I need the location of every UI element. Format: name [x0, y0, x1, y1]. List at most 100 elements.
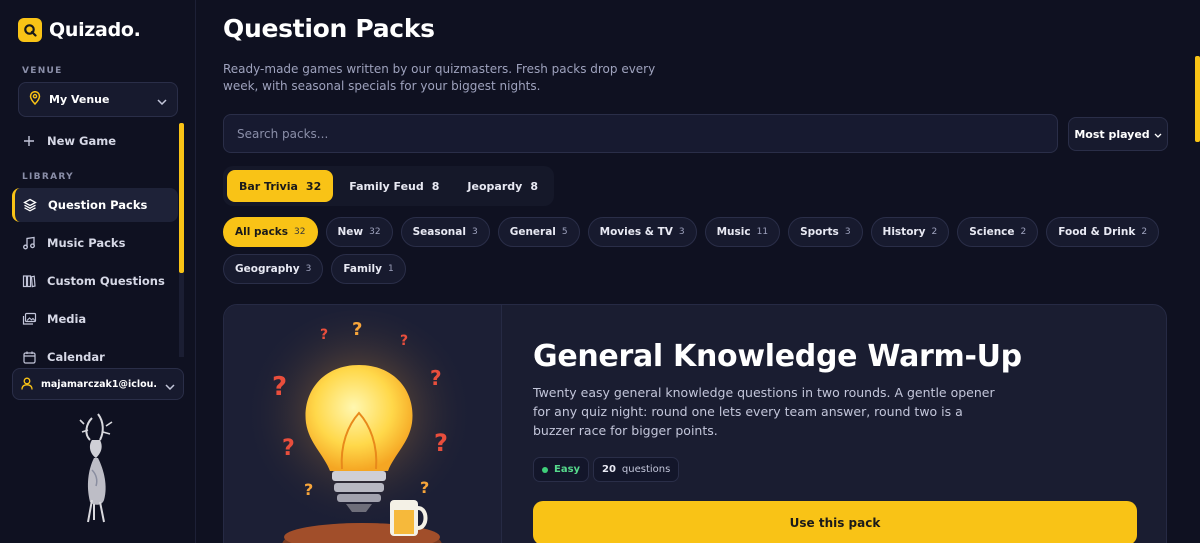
chip-all-packs[interactable]: All packs 32 [223, 217, 318, 247]
featured-pack-title: General Knowledge Warm-Up [533, 339, 1022, 374]
question-count-badge: 20 questions [593, 457, 680, 482]
book-icon [21, 273, 37, 289]
account-email: majamarczak1@iclou... [41, 378, 157, 390]
chip-seasonal[interactable]: Seasonal 3 [400, 217, 490, 247]
chip-count: 5 [561, 227, 568, 237]
sidebar-item-media[interactable]: Media [12, 302, 178, 336]
chip-movies-tv[interactable]: Movies & TV 3 [587, 217, 697, 247]
svg-text:?: ? [420, 478, 429, 497]
tab-count: 8 [530, 179, 538, 193]
tab-bar-trivia[interactable]: Bar Trivia 32 [227, 170, 334, 202]
new-game-button[interactable]: New Game [12, 124, 178, 158]
difficulty-badge: Easy [533, 457, 590, 482]
library-section-label: LIBRARY [22, 172, 74, 182]
svg-text:?: ? [320, 327, 328, 343]
page-subtitle: Ready-made games written by our quizmast… [223, 62, 656, 93]
deer-mascot-illustration [70, 410, 130, 529]
chip-count: 3 [844, 227, 851, 237]
sidebar-scrollbar-thumb[interactable] [179, 123, 184, 273]
difficulty-label: Easy [554, 464, 581, 475]
main-scrollbar-thumb[interactable] [1195, 56, 1200, 142]
sort-dropdown[interactable]: Most played [1068, 117, 1168, 151]
status-dot-icon [542, 466, 548, 473]
sidebar-item-question-packs[interactable]: Question Packs [12, 188, 178, 222]
app-name: Quizado. [49, 19, 141, 41]
chip-family[interactable]: Family 1 [331, 254, 406, 284]
svg-text:?: ? [430, 366, 442, 390]
music-note-icon [21, 235, 37, 251]
chip-label: Geography [235, 263, 300, 275]
chip-label: Science [969, 226, 1015, 238]
category-filter-chips: All packs 32 New 32 Seasonal 3 General 5 Mov… [223, 217, 1168, 284]
chip-count: 1 [387, 264, 394, 274]
chip-music[interactable]: Music 11 [704, 217, 781, 247]
search-input[interactable] [223, 114, 1058, 153]
question-count: 20 [602, 464, 616, 475]
chevron-down-icon [1154, 128, 1162, 141]
sidebar-scrollbar-track[interactable] [179, 273, 184, 357]
sidebar-clip: Calendar [0, 344, 196, 364]
chip-count: 3 [471, 227, 478, 237]
chip-new[interactable]: New 32 [325, 217, 393, 247]
chip-label: Seasonal [412, 226, 466, 238]
sidebar-item-label: Music Packs [47, 236, 126, 250]
logo-mark-icon [18, 18, 42, 42]
sidebar-item-music-packs[interactable]: Music Packs [12, 226, 178, 260]
chip-general[interactable]: General 5 [497, 217, 580, 247]
chip-geography[interactable]: Geography 3 [223, 254, 324, 284]
tab-label: Jeopardy [467, 179, 523, 193]
lightbulb-illustration: ? ? ? ? ? ? ? ? ? [224, 305, 502, 543]
chip-label: Music [716, 226, 751, 238]
chevron-down-icon [157, 90, 167, 109]
chip-label: Sports [800, 226, 839, 238]
tab-jeopardy[interactable]: Jeopardy 8 [455, 170, 550, 202]
sidebar: Quizado. VENUE My Venue New Game LIBRARY… [0, 0, 196, 543]
new-game-label: New Game [47, 134, 117, 148]
use-this-pack-button[interactable]: Use this pack [533, 501, 1137, 543]
svg-text:?: ? [434, 429, 448, 457]
chip-science[interactable]: Science 2 [957, 217, 1039, 247]
tab-count: 32 [305, 179, 322, 193]
sidebar-item-label: Calendar [47, 350, 105, 364]
calendar-icon [21, 349, 37, 364]
sidebar-item-custom-questions[interactable]: Custom Questions [12, 264, 178, 298]
chip-count: 32 [294, 227, 306, 237]
app-logo[interactable]: Quizado. [18, 18, 141, 42]
main-content: Question Packs Ready-made games written … [196, 0, 1200, 543]
page-title: Question Packs [223, 14, 435, 43]
sidebar-item-label: Media [47, 312, 87, 326]
location-pin-icon [29, 90, 41, 109]
svg-text:?: ? [304, 480, 313, 499]
tab-label: Family Feud [349, 179, 424, 193]
chip-sports[interactable]: Sports 3 [788, 217, 863, 247]
chip-label: General [509, 226, 556, 238]
venue-select[interactable]: My Venue [18, 82, 178, 117]
plus-icon [21, 133, 37, 149]
sidebar-item-calendar[interactable]: Calendar [12, 344, 178, 364]
stack-icon [22, 197, 38, 213]
account-menu[interactable]: majamarczak1@iclou... [12, 368, 184, 400]
venue-select-value: My Venue [49, 93, 110, 106]
sidebar-item-label: Question Packs [48, 198, 148, 212]
chip-count: 2 [1020, 227, 1027, 237]
chip-count: 2 [1141, 227, 1148, 237]
chip-count: 3 [305, 264, 312, 274]
chip-history[interactable]: History 2 [870, 217, 950, 247]
chip-count: 2 [931, 227, 938, 237]
svg-text:?: ? [282, 436, 295, 461]
images-icon [21, 311, 37, 327]
chip-food-drink[interactable]: Food & Drink 2 [1046, 217, 1160, 247]
tab-count: 8 [431, 179, 440, 193]
chip-label: Movies & TV [599, 226, 673, 238]
tab-label: Bar Trivia [239, 179, 298, 193]
question-unit: questions [621, 464, 671, 475]
tab-family-feud[interactable]: Family Feud 8 [337, 170, 451, 202]
chip-count: 32 [369, 227, 381, 237]
sort-dropdown-label: Most played [1074, 127, 1150, 141]
featured-pack-card[interactable]: ? ? ? ? ? ? ? ? ? General Knowledge Warm… [223, 304, 1167, 543]
user-icon [21, 375, 33, 394]
chip-count: 11 [756, 227, 769, 237]
sidebar-item-label: Custom Questions [47, 274, 165, 288]
chevron-down-icon [165, 375, 175, 394]
svg-text:?: ? [272, 372, 287, 402]
